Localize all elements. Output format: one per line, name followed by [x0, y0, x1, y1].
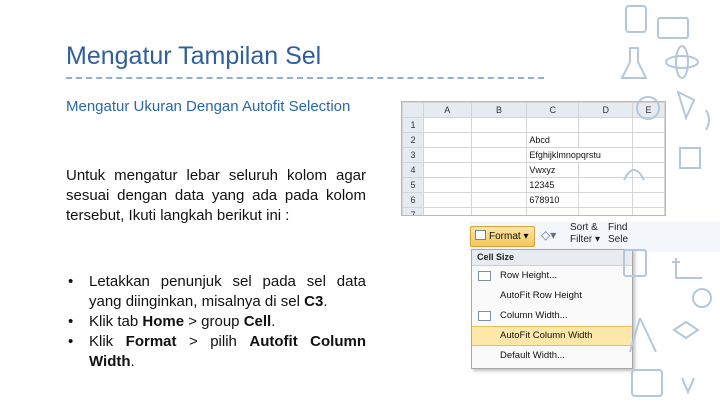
molecule-icon — [672, 320, 700, 340]
triangle-icon — [676, 90, 696, 121]
row-header: 5 — [402, 177, 424, 193]
cell-c: 678910 — [526, 192, 580, 208]
filter-button[interactable]: Filter ▾ — [570, 234, 600, 246]
cell-c — [526, 207, 580, 215]
clipboard-icon — [623, 249, 647, 277]
intro-paragraph: Untuk mengatur lebar seluruh kolom agar … — [66, 167, 366, 224]
sort-button[interactable]: Sort & — [570, 222, 598, 234]
eraser-icon[interactable]: ◇▾ — [541, 228, 556, 242]
bullet-marker: • — [68, 313, 74, 330]
bracket-icon — [705, 109, 710, 131]
format-dropdown-menu: Cell Size Row Height... AutoFit Row Heig… — [471, 249, 633, 369]
menu-item-autofit-column-width[interactable]: AutoFit Column Width — [472, 326, 632, 346]
flask-icon — [620, 47, 648, 79]
cell-c: Vwxyz — [526, 162, 580, 178]
steps-list: • Letakkan penunjuk sel pada sel data ya… — [66, 272, 366, 372]
list-item: • Klik Format > pilih Autofit Column Wid… — [68, 333, 366, 370]
corner-cell — [402, 102, 424, 118]
menu-item-autofit-row-height[interactable]: AutoFit Row Height — [472, 286, 632, 306]
menu-section-header: Cell Size — [472, 250, 632, 266]
list-item: • Letakkan penunjuk sel pada sel data ya… — [68, 273, 366, 310]
column-header: A — [422, 102, 472, 118]
cell-c — [526, 117, 580, 133]
arc-icon — [623, 169, 645, 181]
doodle-decoration — [620, 5, 712, 397]
row-height-icon — [478, 271, 491, 281]
cell-c: 12345 — [526, 177, 580, 193]
compass-icon — [629, 317, 657, 353]
menu-item-column-width[interactable]: Column Width... — [472, 306, 632, 326]
list-item: • Klik tab Home > group Cell. — [68, 313, 276, 330]
sqrt-icon — [672, 258, 702, 279]
globe-icon — [636, 96, 660, 120]
atom-orbit-icon — [665, 55, 699, 69]
chevron-icon — [681, 377, 695, 395]
calculator-icon — [625, 5, 647, 33]
column-header: C — [526, 102, 580, 118]
menu-item-row-height[interactable]: Row Height... — [472, 266, 632, 286]
ring-icon — [692, 288, 712, 308]
menu-item-default-width[interactable]: Default Width... — [472, 346, 632, 366]
section-subheading: Mengatur Ukuran Dengan Autofit Selection — [66, 98, 351, 115]
row-header: 4 — [402, 162, 424, 178]
row-header: 7 — [402, 207, 424, 215]
book-icon — [631, 369, 663, 397]
format-icon — [475, 230, 486, 240]
row-header: 2 — [402, 132, 424, 148]
format-button[interactable]: Format ▾ — [470, 226, 535, 247]
row-header: 6 — [402, 192, 424, 208]
slide-title: Mengatur Tampilan Sel — [66, 42, 322, 70]
bullet-marker: • — [68, 273, 74, 290]
title-divider — [66, 77, 544, 79]
column-header: B — [470, 102, 528, 118]
column-width-icon — [478, 311, 491, 321]
bullet-marker: • — [68, 333, 74, 350]
dropdown-arrow-icon: ▾ — [523, 231, 529, 242]
tablet-icon — [657, 17, 689, 39]
cell-c: Efghijklmnopqrstu — [526, 147, 634, 163]
row-header: 3 — [402, 147, 424, 163]
grid-icon — [679, 147, 701, 169]
cell-c: Abcd — [526, 132, 580, 148]
row-header: 1 — [402, 117, 424, 133]
